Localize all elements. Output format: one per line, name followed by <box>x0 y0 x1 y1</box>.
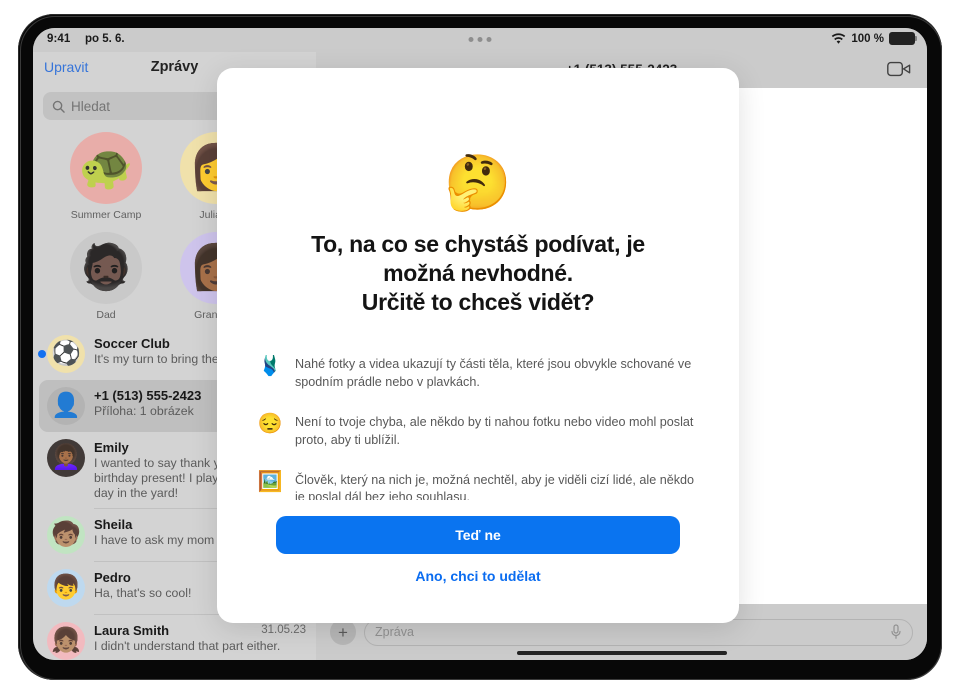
dialog-bullet-text: Člověk, který na nich je, možná nechtěl,… <box>295 472 695 501</box>
avatar: ⚽ <box>47 335 85 373</box>
search-placeholder: Hledat <box>71 98 111 114</box>
avatar: 🧔🏿 <box>70 232 142 304</box>
battery-percent: 100 % <box>851 32 884 45</box>
screenshot-root: 9:41 po 5. 6. 100 % Upravit Zprávy Hleda… <box>0 0 960 694</box>
avatar: 👩🏾‍🦱 <box>47 439 85 477</box>
pinned-contact[interactable]: 🐢 Summer Camp <box>51 132 161 221</box>
status-date: po 5. 6. <box>85 33 125 45</box>
yes-i-want-to-button[interactable]: Ano, chci to udělat <box>217 568 739 584</box>
search-icon <box>52 100 65 113</box>
dialog-bullet-list: 🩱 Nahé fotky a videa ukazují ty části těl… <box>257 355 705 500</box>
unread-badge <box>38 350 46 358</box>
thinking-face-icon: 🤔 <box>444 153 512 213</box>
pinned-contact[interactable]: 🧔🏿 Dad <box>51 232 161 321</box>
microphone-icon[interactable] <box>890 624 902 640</box>
video-camera-icon[interactable] <box>887 61 911 77</box>
multitask-dots-icon[interactable] <box>468 37 492 42</box>
status-bar: 9:41 po 5. 6. 100 % <box>33 28 927 52</box>
dialog-bullet: 🩱 Nahé fotky a videa ukazují ty části těl… <box>257 355 705 392</box>
dialog-title-line-2: možná nevhodné. <box>383 259 573 286</box>
framed-picture-icon: 🖼️ <box>257 470 283 493</box>
status-time: 9:41 <box>47 33 71 45</box>
status-right-cluster: 100 % <box>831 32 917 45</box>
dialog-bullet-text: Není to tvoje chyba, ale někdo by ti nah… <box>295 414 694 447</box>
pinned-contact-label: Summer Camp <box>70 209 142 221</box>
dialog-bullet-text: Nahé fotky a videa ukazují ty části těla… <box>295 357 692 389</box>
conversation-preview: I didn't understand that part either. <box>94 639 281 654</box>
dialog-title: To, na co se chystáš podívat, je možná n… <box>265 230 691 317</box>
avatar: 👦 <box>47 569 85 608</box>
home-indicator <box>516 651 727 655</box>
battery-icon <box>889 32 917 45</box>
dialog-title-line-1: To, na co se chystáš podívat, je <box>311 231 645 257</box>
avatar: 👤 <box>47 387 85 425</box>
swimwear-icon: 🩱 <box>257 355 283 377</box>
dialog-bullet: 😔 Není to tvoje chyba, ale někdo by ti na… <box>257 413 705 450</box>
device-screen: 9:41 po 5. 6. 100 % Upravit Zprávy Hleda… <box>33 28 927 660</box>
pensive-face-icon: 😔 <box>257 412 283 435</box>
avatar: 👧🏽 <box>47 622 85 660</box>
pinned-contact-label: Dad <box>96 309 116 321</box>
dialog-bullet: 🖼️ Člověk, který na nich je, možná nechtě… <box>257 470 705 501</box>
sensitive-content-warning-dialog: 🤔 To, na co se chystáš podívat, je možná… <box>217 68 739 623</box>
wifi-icon <box>832 32 846 44</box>
dialog-title-line-3: Určitě to chceš vidět? <box>361 288 595 315</box>
message-placeholder: Zpráva <box>375 625 414 639</box>
not-now-button[interactable]: Teď ne <box>276 516 680 554</box>
avatar: 🐢 <box>70 132 142 204</box>
conversation-timestamp: 31.05.23 <box>261 624 306 637</box>
avatar: 🧒🏽 <box>47 516 85 555</box>
